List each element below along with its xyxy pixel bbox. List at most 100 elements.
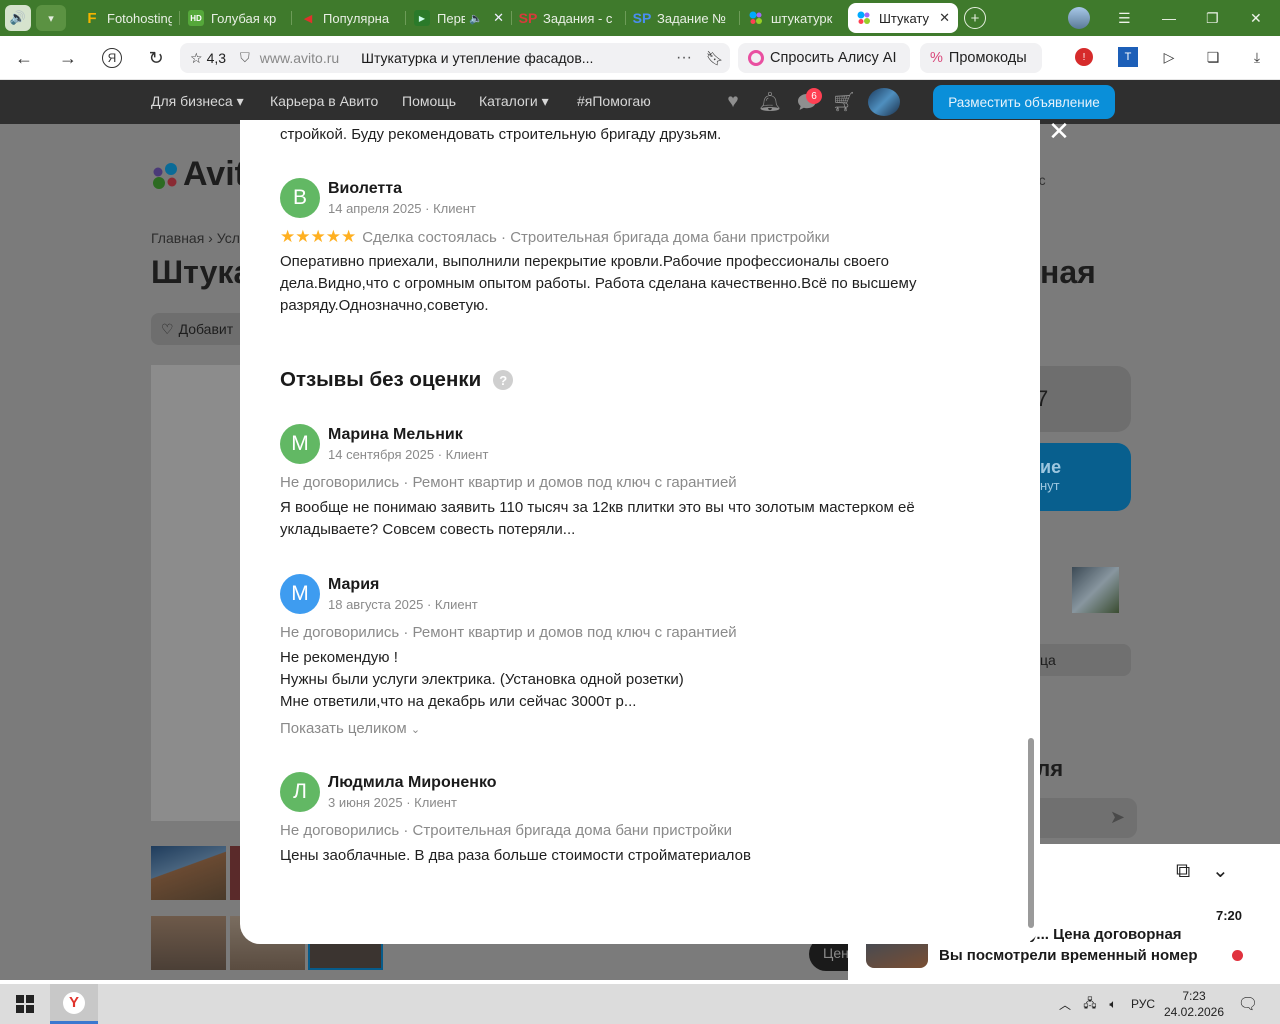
- network-icon[interactable]: 🖧︎: [1080, 984, 1100, 1024]
- tab-shtukaturka-active[interactable]: Штукату ✕: [848, 3, 958, 33]
- volume-icon[interactable]: 🔈︎: [1102, 984, 1124, 1024]
- reviewer-name: Марина Мельник: [328, 426, 463, 443]
- avito-logo[interactable]: Avit: [151, 155, 246, 194]
- restore-icon[interactable]: ❐: [1206, 0, 1219, 36]
- download-icon[interactable]: ⤓: [1246, 46, 1268, 68]
- tab-fotohosting[interactable]: F Fotohosting: [76, 3, 180, 33]
- photo-thumb[interactable]: [151, 846, 226, 900]
- ask-alice-button[interactable]: Спросить Алису AI: [738, 43, 910, 73]
- messages-badge: 6: [806, 88, 822, 104]
- collections-icon[interactable]: ❏: [1202, 46, 1224, 68]
- collapse-chevron-icon[interactable]: ⌄: [1212, 858, 1229, 883]
- chevron-down-icon: ⌄: [410, 724, 421, 736]
- reload-icon[interactable]: ↻: [140, 42, 172, 74]
- back-arrow-icon[interactable]: ←: [8, 42, 40, 74]
- nav-career[interactable]: Карьера в Авито: [270, 93, 378, 109]
- notifications-bell-icon[interactable]: 🔔︎: [758, 91, 782, 113]
- breadcrumb[interactable]: Главная › Усл: [151, 230, 240, 246]
- extension-shield-icon[interactable]: !: [1073, 46, 1095, 68]
- profile-avatar[interactable]: [1068, 0, 1090, 36]
- show-full-button[interactable]: Показать целиком ⌄: [280, 720, 420, 737]
- review-meta: 3 июня 2025 · Клиент: [328, 795, 457, 810]
- ad-title-start: Штука: [151, 254, 252, 290]
- menu-icon[interactable]: ☰: [1118, 0, 1131, 36]
- tabs-dropdown-icon[interactable]: ▾: [36, 5, 66, 31]
- help-question-icon[interactable]: ?: [493, 370, 514, 390]
- unread-dot: [1232, 950, 1243, 961]
- windows-start-icon[interactable]: [0, 984, 50, 1024]
- speaker-icon: 🔊: [5, 5, 31, 31]
- extension-translate-icon[interactable]: T: [1117, 46, 1139, 68]
- user-avatar[interactable]: [868, 88, 900, 116]
- section-title: Отзывы без оценки ?: [280, 368, 514, 392]
- mute-icon[interactable]: 🔈: [469, 12, 483, 25]
- cart-icon[interactable]: 🛒︎: [832, 91, 856, 113]
- more-icon[interactable]: ···: [676, 49, 692, 67]
- nav-catalogs[interactable]: Каталоги ▾: [479, 93, 549, 110]
- avito-logo-icon: [153, 162, 177, 189]
- tab-golubaya[interactable]: HD Голубая кр: [180, 3, 292, 33]
- review-text: Не рекомендую ! Нужны были услуги электр…: [280, 649, 684, 710]
- yandex-browser-taskbar-icon[interactable]: Y: [50, 984, 98, 1024]
- hd-favicon-icon: HD: [188, 10, 204, 26]
- reviews-modal: стройкой. Буду рекомендовать строительну…: [240, 120, 1040, 944]
- review-deal-tag: Не договорились · Ремонт квартир и домов…: [280, 474, 737, 491]
- close-tab-icon[interactable]: ✕: [939, 10, 950, 26]
- clock[interactable]: 7:23 24.02.2026: [1164, 984, 1224, 1024]
- notification-title: и у... Цена договорная: [1016, 926, 1182, 943]
- reviewer-name: Виолетта: [328, 180, 402, 197]
- review-meta: 14 сентября 2025 · Клиент: [328, 447, 489, 462]
- nav-ya-pomogayu[interactable]: #яПомогаю: [577, 93, 651, 109]
- photo-thumb[interactable]: [230, 846, 240, 900]
- url-host: www.avito.ru: [259, 50, 340, 66]
- bookmark-icon[interactable]: 🔖︎: [706, 50, 724, 67]
- send-icon[interactable]: ➤: [1110, 807, 1125, 828]
- browser-tab-bar: 🔊 ▾ F Fotohosting HD Голубая кр ◀ Популя…: [0, 0, 1280, 36]
- tray-chevron-up-icon[interactable]: ︿: [1055, 984, 1075, 1024]
- avito-favicon-icon: [856, 10, 872, 26]
- url-page-title: Штукатурка и утепление фасадов...: [361, 50, 594, 66]
- rating-stars: ★★★★★: [280, 227, 357, 246]
- omnibox[interactable]: ☆ 4,3 ⛉ www.avito.ru Штукатурка и утепле…: [180, 43, 730, 73]
- tab-zadanie-nomer[interactable]: SP Задание №: [626, 3, 740, 33]
- heart-outline-icon: ♡: [161, 320, 174, 337]
- close-icon[interactable]: ✕: [1046, 118, 1072, 144]
- post-ad-button[interactable]: Разместить объявление: [933, 85, 1115, 119]
- video-favicon-icon: ▶: [414, 10, 430, 26]
- main-photo[interactable]: [151, 365, 251, 821]
- avatar: М: [280, 574, 320, 614]
- yandex-icon[interactable]: Я: [96, 42, 128, 74]
- tab-populyarna[interactable]: ◀ Популярна: [292, 3, 406, 33]
- close-tab-icon[interactable]: ✕: [493, 10, 504, 26]
- add-favorite-button[interactable]: ♡ Добавит: [151, 313, 251, 345]
- photo-thumb[interactable]: [151, 916, 226, 970]
- notification-subtitle: Вы посмотрели временный номер: [939, 947, 1198, 964]
- avatar: Л: [280, 772, 320, 812]
- review-text-fragment: стройкой. Буду рекомендовать строительну…: [280, 126, 722, 143]
- promocodes-button[interactable]: % Промокоды: [920, 43, 1042, 73]
- close-window-icon[interactable]: ✕: [1250, 0, 1262, 36]
- notification-center-icon[interactable]: 🗨︎: [1236, 984, 1260, 1024]
- tab-shtukaturka-search[interactable]: штукатурк: [740, 3, 848, 33]
- seller-photo-thumb[interactable]: [1072, 567, 1119, 613]
- review-text: Цены заоблачные. В два раза больше стоим…: [280, 847, 751, 864]
- open-external-icon[interactable]: ⧉: [1176, 860, 1190, 883]
- ad-title-end: ная: [1040, 254, 1096, 290]
- sound-favicon-icon: ◀: [303, 12, 313, 25]
- media-play-icon[interactable]: ▷: [1158, 46, 1180, 68]
- nav-help[interactable]: Помощь: [402, 93, 456, 109]
- sp-favicon-icon: SP: [632, 10, 652, 26]
- shield-icon[interactable]: ⛉: [240, 50, 250, 66]
- favorites-heart-icon[interactable]: ♥: [721, 91, 745, 113]
- minimize-icon[interactable]: —: [1162, 0, 1176, 36]
- star-icon: ☆: [190, 49, 203, 66]
- sidebar-toggle[interactable]: 🔊: [0, 0, 36, 36]
- tab-perv[interactable]: ▶ Перв 🔈 ✕: [406, 3, 512, 33]
- nav-business[interactable]: Для бизнеса ▾: [151, 93, 244, 110]
- notification-time: 7:20: [1216, 908, 1243, 923]
- tab-zadaniya[interactable]: SP Задания - с: [512, 3, 626, 33]
- language-indicator[interactable]: РУС: [1128, 984, 1158, 1024]
- modal-scrollbar[interactable]: [1028, 738, 1034, 928]
- new-tab-button[interactable]: +: [964, 7, 986, 29]
- forward-arrow-icon[interactable]: →: [52, 42, 84, 74]
